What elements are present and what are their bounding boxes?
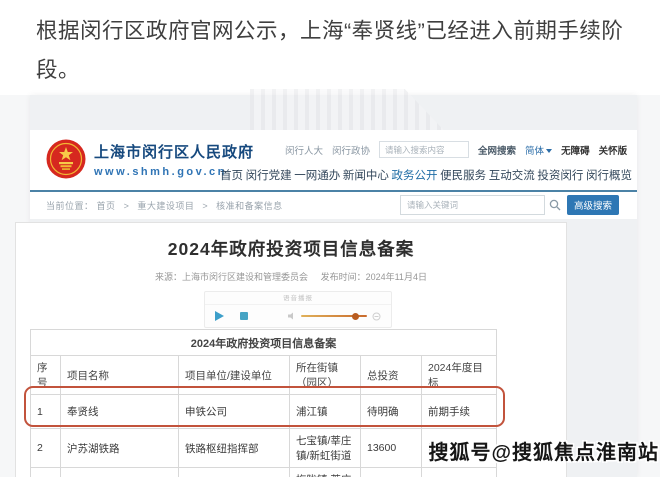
- cell: 竣工: [422, 468, 497, 477]
- volume-knob[interactable]: [352, 313, 359, 320]
- cell: 待明确: [361, 395, 422, 429]
- article-date: 发布时间：2024年11月4日: [321, 272, 427, 282]
- breadcrumb-separator: >: [202, 201, 208, 211]
- article-meta: 来源：上海市闵行区建设和管理委员会 发布时间：2024年11月4日: [16, 270, 566, 283]
- nav-invest[interactable]: 投资闵行: [537, 167, 583, 183]
- article-title: 2024年政府投资项目信息备案: [16, 236, 566, 261]
- advanced-search-button[interactable]: 高级搜索: [567, 195, 619, 215]
- main-nav: 首页 闵行党建 一网通办 新闻中心 政务公开 便民服务 互动交流 投资闵行 闵行…: [220, 167, 632, 183]
- breadcrumb-bar: 当前位置： 首页 > 重大建设项目 > 核准和备案信息 高级搜索: [30, 192, 637, 219]
- cell: 梅陇镇 莘庄镇: [290, 468, 361, 477]
- accessibility-link[interactable]: 无障碍: [561, 143, 590, 157]
- col-header-investment: 总投资: [361, 356, 422, 395]
- language-selector[interactable]: 简体: [525, 143, 552, 157]
- care-version-link[interactable]: 关怀版: [599, 143, 628, 157]
- table-row-fengxian-line: 1 奉贤线 申铁公司 浦江镇 待明确 前期手续: [31, 395, 497, 429]
- embedded-screenshot: 上海市闵行区人民政府 www.shmh.gov.cn 闵行人大 闵行政协 全网搜…: [0, 95, 660, 477]
- nav-onestop[interactable]: 一网通办: [294, 167, 340, 183]
- audio-player-label: 语音播报: [205, 292, 391, 305]
- utility-bar: 闵行人大 闵行政协 全网搜索 简体 无障碍 关怀版: [285, 141, 633, 158]
- nav-news[interactable]: 新闻中心: [343, 167, 389, 183]
- nav-services[interactable]: 便民服务: [440, 167, 486, 183]
- projects-table-wrap: 2024年政府投资项目信息备案 序号 项目名称 项目单位/建设单位 所在街镇（园…: [30, 329, 496, 477]
- site-header: 上海市闵行区人民政府 www.shmh.gov.cn 闵行人大 闵行政协 全网搜…: [30, 130, 637, 192]
- table-caption-row: 2024年政府投资项目信息备案: [31, 330, 497, 356]
- audio-player-controls: [205, 305, 391, 327]
- table-header-row: 序号 项目名称 项目单位/建设单位 所在街镇（园区） 总投资 2024年度目标: [31, 356, 497, 395]
- article-source: 来源：上海市闵行区建设和管理委员会: [155, 272, 308, 282]
- stop-icon[interactable]: [240, 312, 248, 320]
- nav-party[interactable]: 闵行党建: [246, 167, 292, 183]
- cell: 2: [31, 429, 61, 468]
- col-header-target: 2024年度目标: [422, 356, 497, 395]
- nav-overview[interactable]: 闵行概览: [586, 167, 632, 183]
- breadcrumb-major-projects[interactable]: 重大建设项目: [137, 201, 194, 211]
- cell: 申铁公司: [179, 395, 290, 429]
- nav-home[interactable]: 首页: [220, 167, 243, 183]
- chevron-down-icon: [546, 149, 552, 153]
- cell: 沪苏湖铁路: [61, 429, 179, 468]
- cell: 沪杭客专南联络线: [61, 468, 179, 477]
- site-name: 上海市闵行区人民政府: [94, 141, 254, 162]
- col-header-town: 所在街镇（园区）: [290, 356, 361, 395]
- table-row-huhang-link: 3 沪杭客专南联络线 铁路枢纽指挥部 梅陇镇 莘庄镇 167705 竣工: [31, 468, 497, 477]
- link-minhang-renda[interactable]: 闵行人大: [285, 143, 323, 157]
- play-icon[interactable]: [215, 311, 224, 321]
- article-caption: 根据闵行区政府官网公示，上海“奉贤线”已经进入前期手续阶段。: [36, 12, 628, 90]
- cell: 1: [31, 395, 61, 429]
- volume-icon: [372, 312, 381, 321]
- breadcrumb: 当前位置： 首页 > 重大建设项目 > 核准和备案信息: [46, 199, 283, 212]
- cell: 前期手续: [422, 395, 497, 429]
- cell: 奉贤线: [61, 395, 179, 429]
- cell: 铁路枢纽指挥部: [179, 468, 290, 477]
- cell: 七宝镇/莘庄镇/新虹街道: [290, 429, 361, 468]
- cell: 3: [31, 468, 61, 477]
- col-header-project: 项目名称: [61, 356, 179, 395]
- nav-interaction[interactable]: 互动交流: [489, 167, 535, 183]
- table-caption: 2024年政府投资项目信息备案: [31, 330, 497, 356]
- keyword-search-input[interactable]: [400, 195, 545, 215]
- screenshot-root: 根据闵行区政府官网公示，上海“奉贤线”已经进入前期手续阶段。 上海市闵行区人民政…: [0, 0, 660, 477]
- national-emblem-logo: [46, 139, 86, 179]
- speaker-icon: [288, 312, 296, 320]
- cell: 13600: [361, 429, 422, 468]
- cell: 167705: [361, 468, 422, 477]
- breadcrumb-home[interactable]: 首页: [97, 201, 116, 211]
- audio-player: 语音播报: [204, 291, 392, 328]
- cell: 浦江镇: [290, 395, 361, 429]
- breadcrumb-filing-info[interactable]: 核准和备案信息: [216, 201, 283, 211]
- table-row-husuhu-railway: 2 沪苏湖铁路 铁路枢纽指挥部 七宝镇/莘庄镇/新虹街道 13600 竣工: [31, 429, 497, 468]
- breadcrumb-label: 当前位置：: [46, 201, 94, 211]
- link-minhang-zhengxie[interactable]: 闵行政协: [332, 143, 370, 157]
- site-search-button[interactable]: 全网搜索: [478, 143, 516, 157]
- col-header-no: 序号: [31, 356, 61, 395]
- projects-table: 2024年政府投资项目信息备案 序号 项目名称 项目单位/建设单位 所在街镇（园…: [30, 329, 497, 477]
- breadcrumb-separator: >: [124, 201, 130, 211]
- nav-gov-affairs[interactable]: 政务公开: [392, 167, 438, 183]
- col-header-unit: 项目单位/建设单位: [179, 356, 290, 395]
- search-icon[interactable]: [549, 199, 561, 211]
- cell: 铁路枢纽指挥部: [179, 429, 290, 468]
- site-search-input[interactable]: [379, 141, 469, 158]
- volume-slider[interactable]: [301, 315, 367, 317]
- watermark: 搜狐号@搜狐焦点淮南站: [428, 436, 659, 465]
- volume-control: [288, 312, 381, 321]
